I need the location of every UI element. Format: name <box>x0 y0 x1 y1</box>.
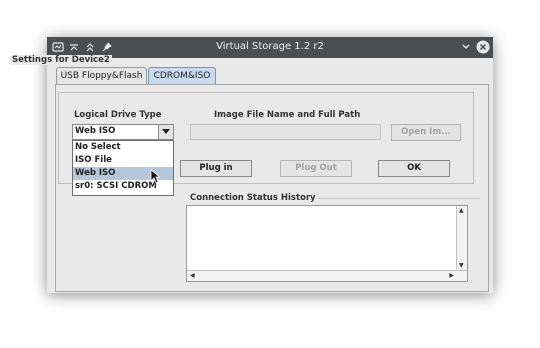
mouse-cursor-icon <box>150 169 160 184</box>
close-icon[interactable] <box>476 40 490 54</box>
dropdown-option-no-select[interactable]: No Select <box>73 141 173 154</box>
status-history-title: Connection Status History <box>190 193 318 203</box>
drive-type-selected-value: Web ISO <box>75 126 116 136</box>
image-path-label: Image File Name and Full Path <box>214 110 361 120</box>
drive-type-dropdown-list[interactable]: No Select ISO File Web ISO sr0: SCSI CDR… <box>72 140 174 196</box>
tab-cdrom-iso[interactable]: CDROM&ISO <box>148 67 216 84</box>
dropdown-option-iso-file[interactable]: ISO File <box>73 154 173 167</box>
status-divider <box>302 198 480 199</box>
minimize-chevron-icon[interactable] <box>459 40 473 54</box>
window-title: Virtual Storage 1.2 r2 <box>216 41 324 52</box>
open-image-button[interactable]: Open Im... <box>391 124 461 141</box>
settings-group-title: Settings for Device2 <box>10 55 112 65</box>
status-history-textarea[interactable]: ▲ ▼ ◀ ▶ <box>186 205 468 282</box>
scroll-down-icon[interactable]: ▼ <box>459 262 464 269</box>
ok-button[interactable]: OK <box>378 160 450 177</box>
dropdown-arrow-icon[interactable] <box>158 125 173 139</box>
plug-out-button[interactable]: Plug Out <box>280 160 352 177</box>
scroll-up-icon[interactable]: ▲ <box>459 207 464 214</box>
drive-type-label: Logical Drive Type <box>74 110 162 120</box>
drive-type-select[interactable]: Web ISO <box>72 124 174 140</box>
scroll-left-icon[interactable]: ◀ <box>190 272 195 279</box>
title-bar[interactable]: Virtual Storage 1.2 r2 <box>47 37 493 58</box>
scroll-right-icon[interactable]: ▶ <box>449 272 454 279</box>
vertical-scrollbar[interactable]: ▲ ▼ <box>456 206 467 270</box>
horizontal-scrollbar[interactable]: ◀ ▶ <box>187 270 467 281</box>
image-path-input[interactable] <box>190 124 381 140</box>
tab-usb-floppy-flash[interactable]: USB Floppy&Flash <box>56 67 147 84</box>
plug-in-button[interactable]: Plug in <box>180 160 252 177</box>
